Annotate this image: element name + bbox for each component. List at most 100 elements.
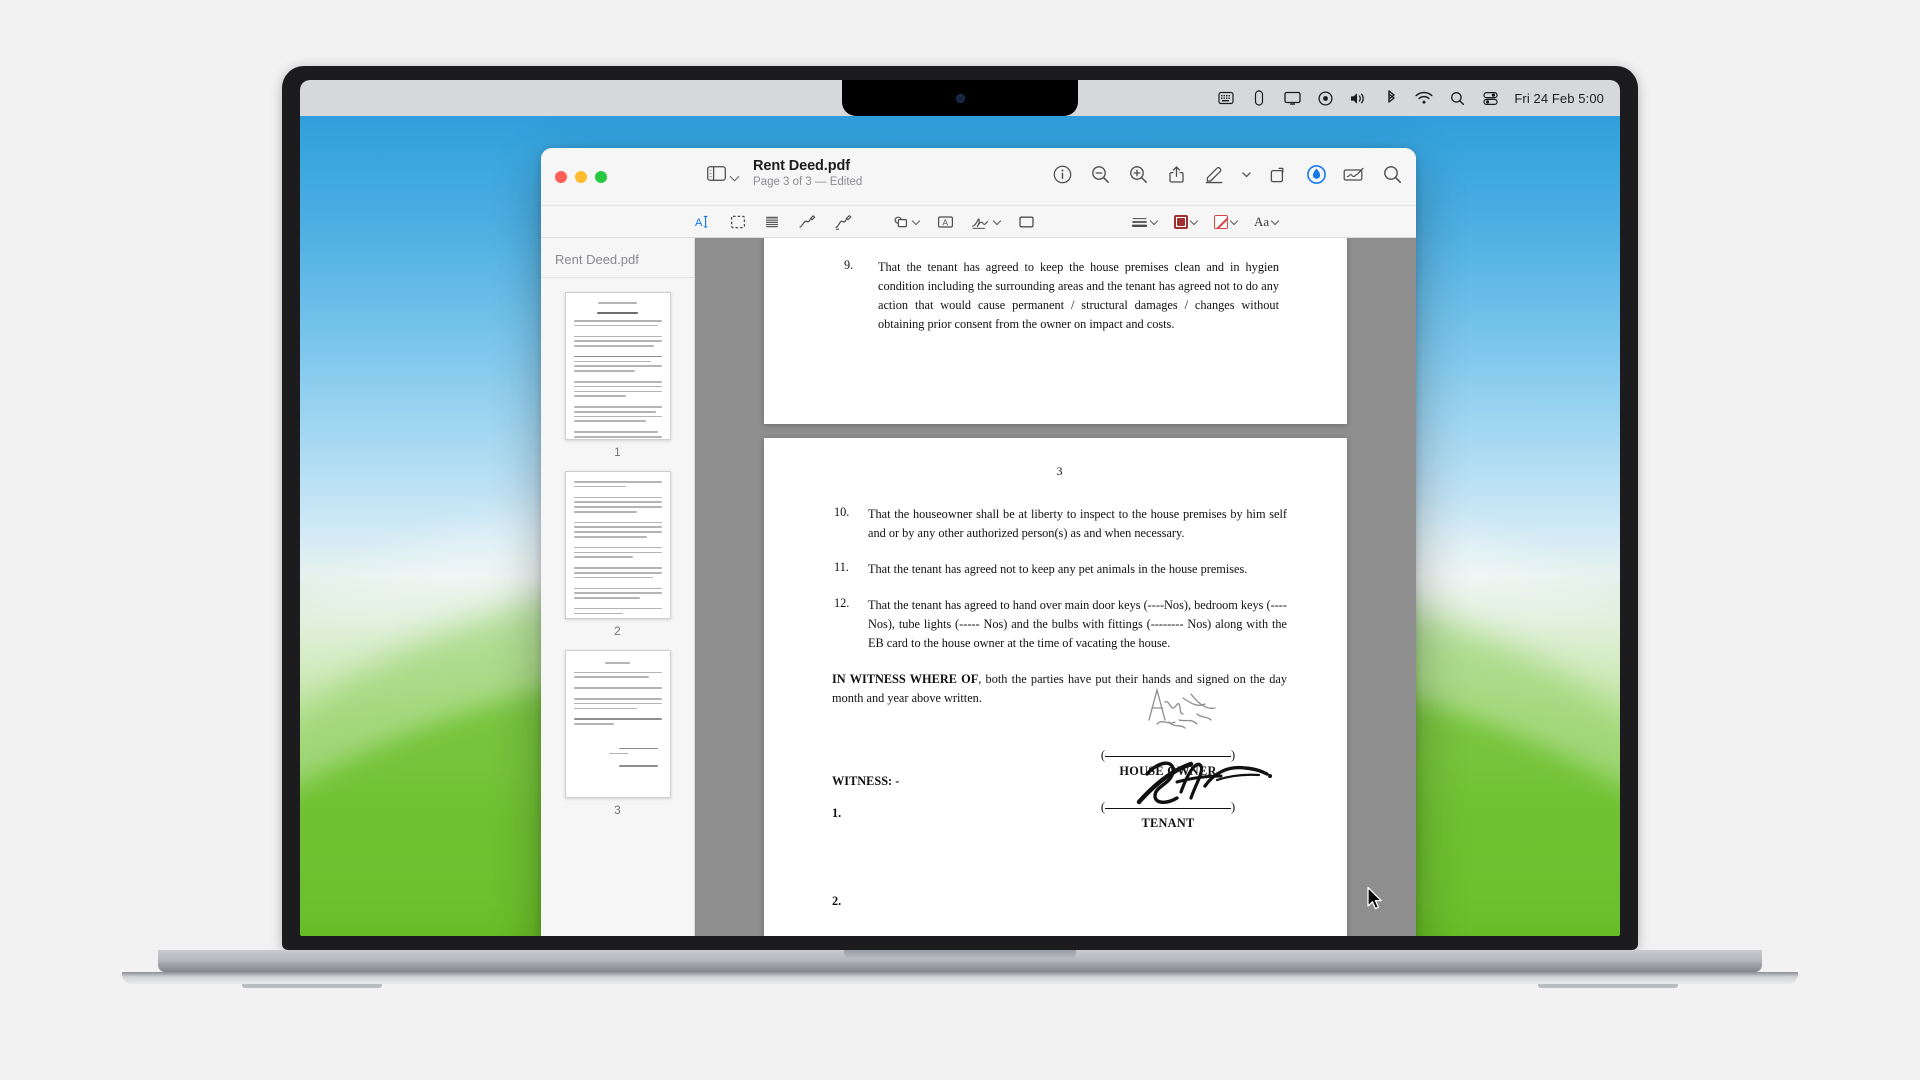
thumbnail-image [564, 471, 671, 619]
draw-icon[interactable] [834, 212, 852, 232]
clause-item: 12. That the tenant has agreed to hand o… [832, 596, 1287, 653]
bracket-close: ) [1231, 800, 1236, 815]
markup-toolbar-right-group: Aa [1131, 212, 1279, 232]
minimize-button[interactable] [575, 170, 587, 183]
signature-bracket-line: () [1073, 800, 1263, 815]
witness-item-1: 1. [832, 806, 842, 821]
keyboard-brightness-icon[interactable] [1217, 89, 1235, 107]
chevron-down-icon[interactable] [1231, 218, 1238, 225]
menu-bar-clock[interactable]: Fri 24 Feb 5:00 [1514, 91, 1604, 106]
pdf-page-current: 3 10. That the houseowner shall be at li… [764, 438, 1347, 936]
thumbnail-page-1[interactable]: 1 [541, 292, 694, 459]
text-box-icon[interactable]: A [937, 212, 954, 232]
note-icon[interactable] [1018, 212, 1035, 232]
highlight-icon[interactable] [1304, 162, 1328, 186]
window-body: Rent Deed.pdf 1 2 3 9. That the tenant h… [541, 238, 1416, 936]
text-select-icon[interactable]: A [695, 212, 712, 232]
witness-label: WITNESS: - [832, 774, 900, 789]
sidebar-title: Rent Deed.pdf [541, 238, 694, 278]
clause-text: That the tenant has agreed to keep the h… [878, 260, 1279, 332]
zoom-out-icon[interactable] [1088, 162, 1112, 186]
pdf-page-previous: 9. That the tenant has agreed to keep th… [764, 238, 1347, 424]
laptop-foot-left [242, 984, 382, 988]
zoom-in-icon[interactable] [1126, 162, 1150, 186]
thumbnail-page-label: 2 [614, 626, 621, 638]
chevron-down-icon[interactable] [731, 172, 740, 181]
markup-chevron-icon[interactable] [1240, 162, 1252, 186]
chevron-down-icon[interactable] [1272, 218, 1279, 225]
thumbnail-page-label: 3 [614, 805, 621, 817]
svg-text:A: A [695, 217, 703, 229]
markup-toolbar-left-group: A [695, 212, 852, 232]
clause-item: 9. That the tenant has agreed to keep th… [842, 258, 1279, 334]
stroke-color-swatch[interactable] [1214, 212, 1238, 232]
camera-icon [955, 93, 965, 103]
display-icon[interactable] [1283, 89, 1301, 107]
sidebar-toggle-control[interactable] [707, 166, 740, 186]
signature-role: HOUSE OWNER [1119, 764, 1217, 779]
text-style-label: Aa [1254, 213, 1270, 229]
window-titlebar: Rent Deed.pdf Page 3 of 3 — Edited [541, 148, 1416, 206]
clause-text: That the tenant has agreed to hand over … [868, 598, 1287, 651]
clause-text: That the tenant has agreed not to keep a… [868, 562, 1248, 577]
chevron-down-icon[interactable] [1151, 218, 1158, 225]
sidebar-icon[interactable] [707, 166, 726, 186]
preview-app-window: Rent Deed.pdf Page 3 of 3 — Edited A A A… [541, 148, 1416, 936]
signature-icon[interactable] [1342, 162, 1366, 186]
clause-item: 11. That the tenant has agreed not to ke… [832, 560, 1287, 579]
clause-item: 10. That the houseowner shall be at libe… [832, 505, 1287, 543]
signature-house-owner [1148, 687, 1216, 730]
clause-number: 12. [834, 596, 850, 611]
window-traffic-lights [541, 170, 607, 183]
document-title: Rent Deed.pdf [753, 158, 850, 174]
signature-blank-line [1105, 756, 1231, 758]
rotate-icon[interactable] [1266, 162, 1290, 186]
markup-pen-icon[interactable] [1202, 162, 1226, 186]
signature-line-tenant: () TENANT [1073, 800, 1263, 831]
chevron-down-icon[interactable] [1191, 218, 1198, 225]
spotlight-search-icon[interactable] [1448, 89, 1466, 107]
bracket-close: ) [1231, 748, 1236, 763]
rectangular-select-icon[interactable] [730, 212, 746, 232]
markup-toolbar-middle-group: A [893, 212, 1035, 232]
fill-color-swatch[interactable] [1174, 212, 1198, 232]
line-style-icon[interactable] [1131, 212, 1158, 232]
chevron-down-icon[interactable] [994, 218, 1001, 225]
signature-role: TENANT [1141, 816, 1195, 831]
close-button[interactable] [555, 170, 567, 183]
signature-block: () HOUSE OWNER () TENANT WITNESS: - 1. 2… [832, 687, 1287, 908]
menu-bar-status-items: Fri 24 Feb 5:00 [1217, 80, 1604, 116]
shapes-icon[interactable] [893, 212, 920, 232]
thumbnail-image [564, 292, 671, 440]
mouse-pointer [1367, 886, 1382, 910]
battery-icon[interactable] [1250, 89, 1268, 107]
control-center-icon[interactable] [1481, 89, 1499, 107]
bluetooth-icon[interactable] [1382, 89, 1400, 107]
clause-number: 11. [834, 560, 849, 575]
pdf-scroll-area[interactable]: 9. That the tenant has agreed to keep th… [695, 238, 1416, 936]
clause-text: That the houseowner shall be at liberty … [868, 507, 1287, 541]
redact-icon[interactable] [764, 212, 780, 232]
wifi-icon[interactable] [1415, 89, 1433, 107]
info-icon[interactable] [1050, 162, 1074, 186]
volume-icon[interactable] [1349, 89, 1367, 107]
document-title-block: Rent Deed.pdf Page 3 of 3 — Edited [753, 158, 862, 188]
signature-bracket-line: () [1073, 748, 1263, 763]
text-style-icon[interactable]: Aa [1254, 212, 1279, 232]
chevron-down-icon[interactable] [913, 218, 920, 225]
sketch-icon[interactable] [798, 212, 816, 232]
laptop-base-edge [122, 972, 1798, 984]
witness-paragraph-bold: IN WITNESS WHERE OF [832, 672, 979, 687]
clause-number: 9. [844, 258, 854, 272]
screen-bezel: Fri 24 Feb 5:00 Rent Deed.pdf Page 3 of … [282, 66, 1638, 950]
thumbnail-sidebar[interactable]: Rent Deed.pdf 1 2 3 [541, 238, 695, 936]
screen-record-icon[interactable] [1316, 89, 1334, 107]
thumbnail-page-2[interactable]: 2 [541, 471, 694, 638]
search-icon[interactable] [1380, 162, 1404, 186]
zoom-button[interactable] [595, 170, 607, 183]
witness-item-2: 2. [832, 894, 842, 909]
thumbnail-page-3[interactable]: 3 [541, 650, 694, 817]
laptop-foot-right [1538, 984, 1678, 988]
signature-tool-icon[interactable] [971, 212, 1001, 232]
share-icon[interactable] [1164, 162, 1188, 186]
